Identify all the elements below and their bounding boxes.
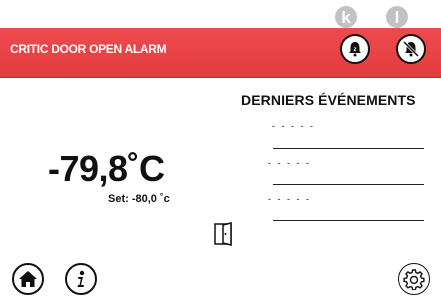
setpoint-label: Set: -80,0 ˚c — [108, 193, 170, 205]
event-separator — [273, 220, 424, 221]
snooze-button[interactable]: z — [340, 34, 370, 64]
home-icon — [19, 271, 37, 287]
event-item: - - - - - — [268, 158, 311, 168]
door-status — [212, 221, 238, 247]
event-item: - - - - - — [272, 121, 315, 131]
gear-icon — [403, 269, 425, 290]
badge-k: k — [335, 6, 357, 28]
alarm-title: CRITIC DOOR OPEN ALARM — [10, 42, 167, 56]
door-open-icon — [214, 222, 232, 246]
silence-button[interactable] — [396, 34, 426, 64]
info-icon — [77, 270, 85, 287]
event-separator — [273, 148, 424, 149]
svg-text:z: z — [354, 47, 357, 53]
event-item: - - - - - — [268, 194, 311, 204]
top-strip — [0, 0, 441, 28]
silence-bell-icon — [402, 40, 420, 58]
snooze-bell-icon: z — [349, 42, 361, 57]
info-button[interactable] — [65, 263, 97, 295]
temperature-readout: -79,8˚C — [48, 148, 165, 189]
settings-button[interactable] — [398, 263, 430, 295]
home-button[interactable] — [12, 263, 44, 295]
alarm-bar: CRITIC DOOR OPEN ALARM z — [0, 28, 441, 78]
events-title: DERNIERS ÉVÉNEMENTS — [241, 92, 416, 108]
badge-l: l — [386, 6, 408, 28]
event-separator — [273, 184, 424, 185]
